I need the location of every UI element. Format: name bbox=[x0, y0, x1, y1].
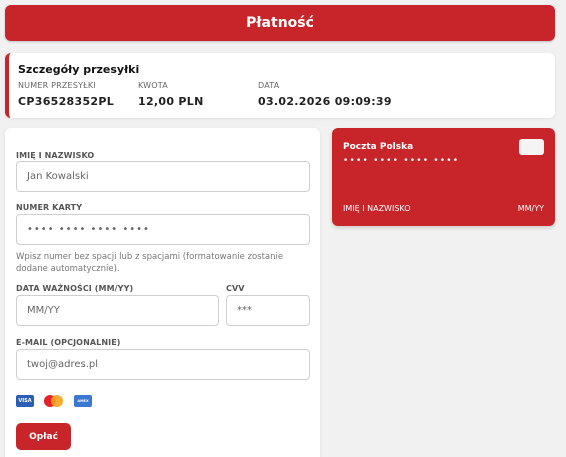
name-label: IMIĘ I NAZWISKO bbox=[16, 151, 95, 160]
amount-label: KWOTA bbox=[138, 81, 168, 90]
expiry-label: DATA WAŻNOŚCI (MM/YY) bbox=[16, 284, 134, 293]
date-label: DATA bbox=[258, 81, 280, 90]
amex-icon: AMEX bbox=[74, 395, 92, 407]
name-input[interactable]: Jan Kowalski bbox=[16, 161, 310, 192]
tracking-number-field: NUMER PRZESYŁKI CP36528352PL bbox=[18, 81, 114, 108]
email-input[interactable]: twoj@adres.pl bbox=[16, 349, 310, 380]
visa-icon: VISA bbox=[16, 395, 34, 407]
card-preview: Poczta Polska •••• •••• •••• •••• IMIĘ I… bbox=[332, 128, 555, 226]
email-label: E-MAIL (OPCJONALNIE) bbox=[16, 338, 121, 347]
amex-text: AMEX bbox=[77, 399, 89, 403]
card-number-hint: Wpisz numer bez spacji lub z spacjami (f… bbox=[16, 252, 284, 274]
card-number-label: NUMER KARTY bbox=[16, 203, 83, 212]
page-title: Płatność bbox=[246, 15, 314, 31]
card-preview-number: •••• •••• •••• •••• bbox=[343, 156, 460, 166]
mastercard-icon bbox=[44, 395, 64, 407]
card-brand: Poczta Polska bbox=[343, 142, 414, 152]
pay-button[interactable]: Opłać bbox=[16, 423, 71, 450]
tracking-number-value: CP36528352PL bbox=[18, 95, 115, 108]
cvv-label: CVV bbox=[226, 284, 245, 293]
card-preview-holder: IMIĘ I NAZWISKO bbox=[343, 204, 411, 213]
amount-field: KWOTA 12,00 PLN bbox=[138, 81, 204, 108]
shipment-details-title: Szczegóły przesyłki bbox=[18, 63, 140, 76]
payment-form: IMIĘ I NAZWISKO Jan Kowalski NUMER KARTY… bbox=[5, 128, 320, 457]
tracking-number-label: NUMER PRZESYŁKI bbox=[18, 81, 96, 90]
card-brands: VISA AMEX bbox=[16, 395, 92, 407]
card-chip-icon bbox=[519, 139, 544, 155]
date-field: DATA 03.02.2026 09:09:39 bbox=[258, 81, 392, 108]
card-preview-expiry: MM/YY bbox=[517, 204, 544, 213]
date-value: 03.02.2026 09:09:39 bbox=[258, 95, 392, 108]
amount-value: 12,00 PLN bbox=[138, 95, 204, 108]
page-header: Płatność bbox=[5, 5, 555, 41]
cvv-input[interactable]: *** bbox=[226, 295, 310, 326]
card-number-input[interactable]: •••• •••• •••• •••• bbox=[16, 214, 310, 245]
visa-text: VISA bbox=[18, 398, 32, 404]
expiry-input[interactable]: MM/YY bbox=[16, 295, 219, 326]
shipment-details-panel: Szczegóły przesyłki NUMER PRZESYŁKI CP36… bbox=[5, 53, 555, 118]
